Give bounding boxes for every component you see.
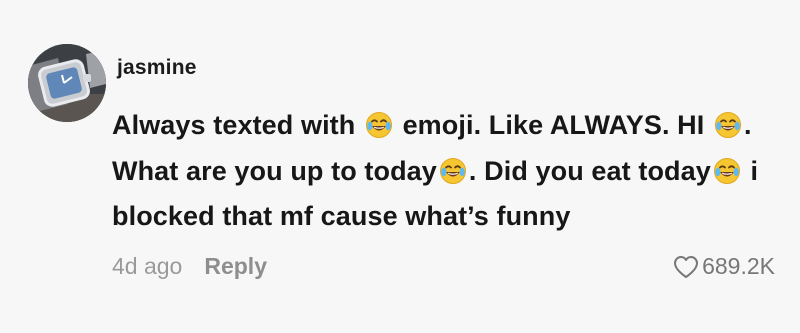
reply-button[interactable]: Reply [204,253,267,280]
wristwatch-photo-icon [28,44,106,122]
comment-text-segment: Always texted with [112,110,363,140]
heart-outline-icon [674,255,699,278]
like-button[interactable]: 689.2K [673,253,775,280]
face-with-tears-of-joy-icon [713,157,740,184]
face-with-tears-of-joy-icon [714,112,741,138]
like-count: 689.2K [702,253,775,279]
avatar[interactable] [28,44,106,122]
comment-text-segment: emoji. Like ALWAYS. HI [394,110,712,140]
comment-meta: 4d ago Reply [112,253,267,280]
comment-author[interactable]: jasmine [117,56,197,80]
face-with-tears-of-joy-icon [365,112,392,138]
comment-text: Always texted with emoji. Like ALWAYS. H… [112,103,792,240]
comment-text-segment: . Did you eat today [468,155,711,186]
comment-timestamp: 4d ago [112,253,183,279]
face-with-tears-of-joy-icon [439,157,466,184]
